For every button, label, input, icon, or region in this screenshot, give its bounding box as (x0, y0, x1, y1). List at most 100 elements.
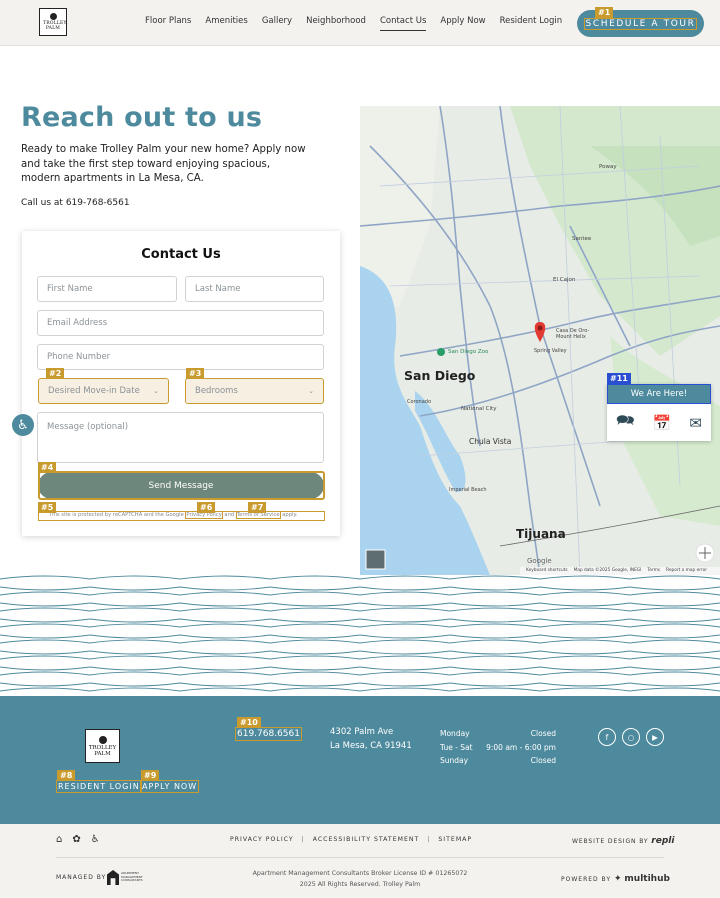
badge-2: #2 (46, 368, 65, 379)
badge-1: #1 (595, 7, 614, 18)
chevron-down-icon: ⌄ (308, 387, 314, 395)
map-canvas (360, 106, 720, 575)
wave-line (0, 575, 720, 580)
resident-login-link[interactable]: RESIDENT LOGIN (56, 780, 142, 793)
send-message-button[interactable]: Send Message (38, 472, 324, 499)
nav-resident-login[interactable]: Resident Login (500, 16, 563, 31)
hours-time: Closed (530, 756, 556, 765)
logo-emblem-icon (49, 13, 57, 20)
last-name-field[interactable]: Last Name (185, 276, 324, 302)
message-field[interactable]: Message (optional) (37, 412, 324, 463)
wave-line (0, 586, 720, 591)
trolley-palm-logo[interactable]: TROLLEY PALM (39, 8, 67, 36)
move-in-date-select[interactable]: Desired Move-in Date ⌄ (38, 378, 169, 404)
privacy-policy-footer-link[interactable]: PRIVACY POLICY (230, 836, 294, 843)
recaptcha-text: This site is protected by reCAPTCHA and … (49, 512, 186, 518)
map-label-poway: Poway (599, 164, 617, 170)
wave-line (0, 591, 720, 596)
apply-now-link[interactable]: APPLY NOW (140, 780, 200, 793)
bedrooms-select[interactable]: Bedrooms ⌄ (185, 378, 324, 404)
multihub-logo-icon: ✦ (613, 874, 622, 884)
wave-line (0, 607, 720, 612)
divider: | (427, 836, 431, 843)
schedule-tour-label: SCHEDULE A TOUR (583, 17, 698, 30)
footer-logo[interactable]: TROLLEY PALM (85, 729, 120, 763)
managed-by-label: MANAGED BY (56, 874, 107, 881)
divider: | (301, 836, 305, 843)
call-us-link[interactable]: Call us at 619-768-6561 (21, 198, 130, 208)
wave-line (0, 634, 720, 639)
footer-phone-link[interactable]: 619.768.6561 (235, 727, 302, 741)
logo-text: TROLLEY PALM (43, 21, 67, 31)
map-label-tijuana: Tijuana (516, 527, 566, 541)
instagram-icon[interactable]: ○ (622, 728, 640, 746)
phone-field[interactable]: Phone Number (37, 344, 324, 370)
map-keyboard-shortcuts[interactable]: Keyboard shortcuts (526, 568, 568, 573)
wave-line (0, 623, 720, 628)
wave-line (0, 682, 720, 687)
accessibility-icon[interactable]: ♿ (12, 414, 34, 436)
map-label-imperial-beach: Imperial Beach (449, 487, 487, 493)
equal-housing-icon: ⌂ (56, 834, 63, 845)
accessibility-logo-icon: ♿ (90, 834, 100, 845)
badge-8: #8 (57, 770, 76, 781)
map-terms-link[interactable]: Terms (647, 568, 660, 573)
email-field[interactable]: Email Address (37, 310, 324, 336)
copyright-text: 2025 All Rights Reserved. Trolley Palm (299, 881, 421, 888)
google-logo: Google (527, 557, 552, 565)
designer-logo: repli (651, 836, 675, 846)
sitemap-link[interactable]: SITEMAP (438, 836, 472, 843)
wave-line (0, 650, 720, 655)
widget-actions: 🗪 📅 ✉ (607, 404, 711, 441)
chat-icon[interactable]: 🗪 (616, 410, 635, 435)
website-design-label: WEBSITE DESIGN BY (572, 838, 649, 845)
youtube-icon[interactable]: ▶ (646, 728, 664, 746)
badge-7: #7 (248, 502, 267, 513)
first-name-field[interactable]: First Name (37, 276, 177, 302)
wave-line (0, 655, 720, 660)
hours-day: Tue - Sat (440, 742, 473, 752)
legal-footer: ⌂ ✿ ♿ PRIVACY POLICY | ACCESSIBILITY STA… (0, 824, 720, 898)
license-text: Apartment Management Consultants Broker … (252, 870, 468, 877)
management-company-logo[interactable]: APARTMENT MANAGEMENT CONSULTANTS (107, 869, 145, 886)
nav-apply-now[interactable]: Apply Now (440, 16, 485, 31)
footer-logo-text: TROLLEY PALM (88, 744, 117, 757)
recaptcha-notice: This site is protected by reCAPTCHA and … (38, 511, 325, 521)
map-label-chula-vista: Chula Vista (469, 437, 512, 446)
facebook-icon[interactable]: f (598, 728, 616, 746)
badge-11: #11 (607, 373, 631, 384)
badge-5: #5 (38, 502, 57, 513)
legal-links: PRIVACY POLICY | ACCESSIBILITY STATEMENT… (230, 836, 472, 843)
map-data-credit: Map data ©2025 Google, INEGI (573, 568, 642, 573)
map-report-link[interactable]: Report a map error (666, 568, 707, 573)
accessibility-statement-link[interactable]: ACCESSIBILITY STATEMENT (313, 836, 420, 843)
nav-floor-plans[interactable]: Floor Plans (145, 16, 191, 31)
badge-6: #6 (197, 502, 216, 513)
decorative-waves (0, 575, 720, 696)
amc-logo-text: APARTMENT MANAGEMENT CONSULTANTS (121, 871, 143, 883)
badge-10: #10 (237, 717, 261, 728)
waves-graphic (0, 575, 720, 692)
website-design-credit[interactable]: WEBSITE DESIGN BY repli (572, 836, 674, 846)
powered-by-credit[interactable]: POWERED BY ✦ multihub (561, 874, 670, 884)
nav-neighborhood[interactable]: Neighborhood (306, 16, 366, 31)
we-are-here-title: We Are Here! (607, 384, 711, 404)
map-label-el-cajon: El Cajon (553, 277, 576, 283)
calendar-icon[interactable]: 📅 (653, 414, 672, 432)
wave-line (0, 618, 720, 623)
map-label-coronado: Coronado (407, 399, 432, 405)
badge-3: #3 (186, 368, 205, 379)
form-title: Contact Us (141, 247, 221, 262)
nav-gallery[interactable]: Gallery (262, 16, 292, 31)
chevron-down-icon: ⌄ (153, 387, 159, 395)
mail-icon[interactable]: ✉ (689, 414, 702, 432)
amc-logo-icon (107, 870, 119, 885)
location-map[interactable]: San Diego Tijuana Chula Vista National C… (360, 106, 720, 575)
wave-line (0, 666, 720, 671)
footer-logo-emblem-icon (98, 735, 107, 744)
nav-amenities[interactable]: Amenities (205, 16, 247, 31)
recaptcha-suffix: apply. (280, 512, 298, 518)
map-label-san-diego: San Diego (404, 368, 476, 383)
nav-contact-us[interactable]: Contact Us (379, 16, 427, 31)
map-label-zoo: San Diego Zoo (448, 349, 489, 355)
